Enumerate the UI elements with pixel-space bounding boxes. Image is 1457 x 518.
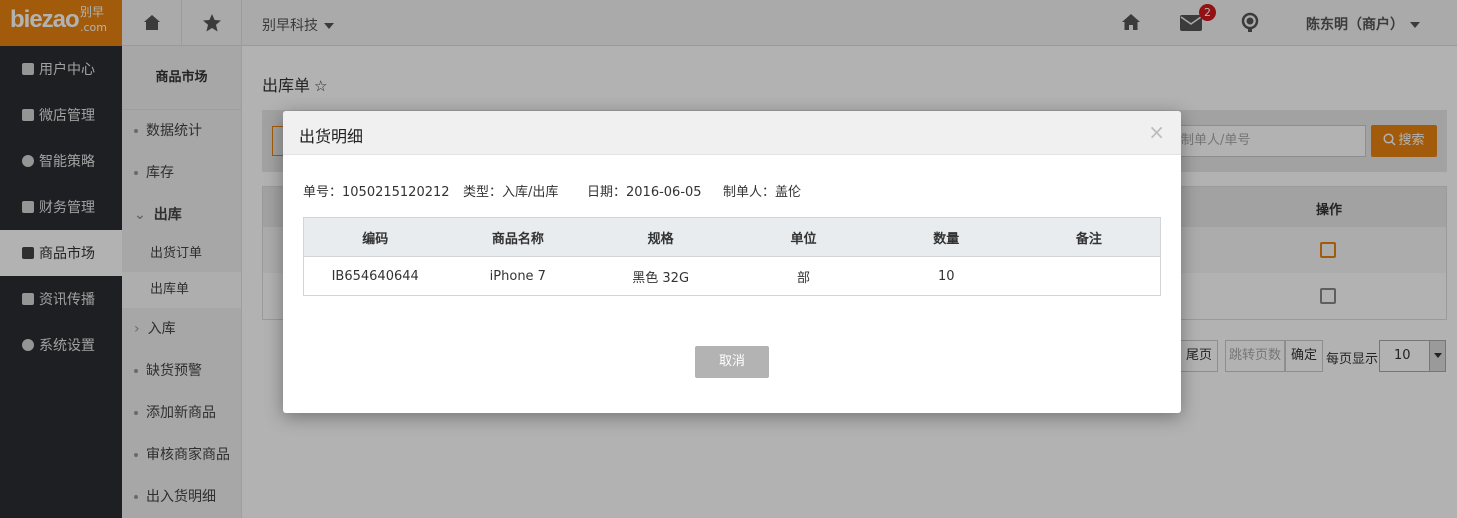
shipping-detail-dialog: 出货明细 × 单号：1050215120212 类型：入库/出库 日期：2016…	[283, 111, 1181, 413]
cell-quantity: 10	[874, 256, 1018, 296]
close-icon[interactable]: ×	[1148, 122, 1165, 142]
column-header: 数量	[874, 217, 1018, 257]
order-number: 单号：1050215120212	[303, 185, 450, 200]
table-row: IB654640644 iPhone 7 黑色 32G 部 10	[303, 256, 1161, 296]
cell-remark	[1017, 256, 1161, 296]
column-header: 单位	[732, 217, 875, 257]
order-date: 日期：2016-06-05	[587, 185, 702, 200]
table-header-row: 编码 商品名称 规格 单位 数量 备注	[303, 217, 1161, 257]
cancel-button[interactable]: 取消	[695, 346, 769, 378]
order-maker: 制单人：盖伦	[723, 185, 802, 200]
cell-code: IB654640644	[303, 256, 447, 296]
cell-spec: 黑色 32G	[589, 256, 733, 296]
detail-table: 编码 商品名称 规格 单位 数量 备注 IB654640644 iPhone 7…	[303, 217, 1161, 296]
dialog-title: 出货明细	[299, 127, 364, 146]
order-type: 类型：入库/出库	[463, 185, 559, 200]
cell-product-name: iPhone 7	[446, 256, 590, 296]
column-header: 备注	[1017, 217, 1161, 257]
cell-unit: 部	[732, 256, 875, 296]
column-header: 编码	[303, 217, 447, 257]
column-header: 商品名称	[446, 217, 590, 257]
column-header: 规格	[589, 217, 733, 257]
dialog-header: 出货明细 ×	[283, 111, 1181, 155]
